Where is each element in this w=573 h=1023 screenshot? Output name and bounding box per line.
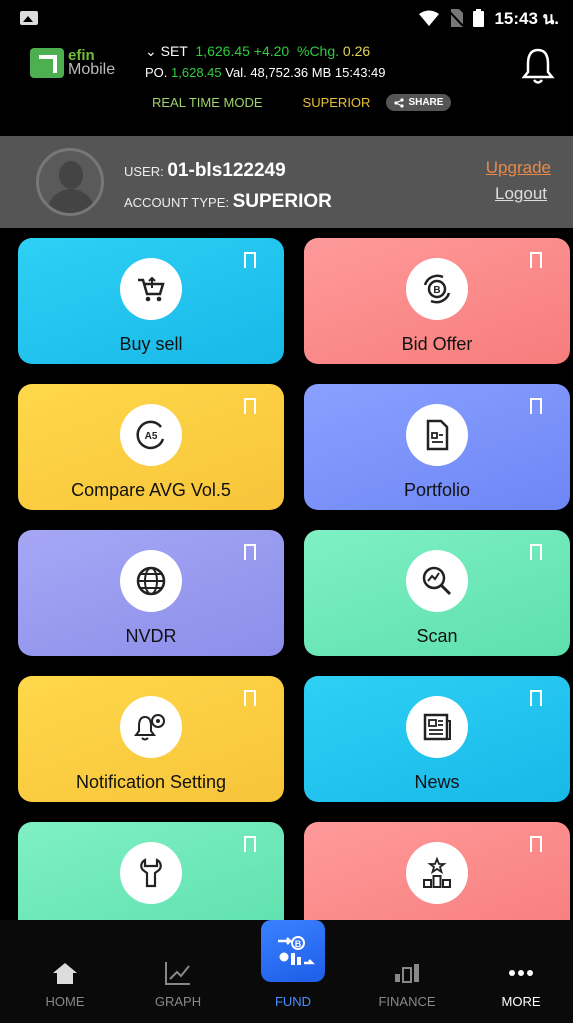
menu-grid: Buy sell B Bid Offer A5 Compare AVG Vol.… bbox=[0, 228, 573, 920]
tile-scan[interactable]: Scan bbox=[304, 530, 570, 656]
tile-portfolio[interactable]: Portfolio bbox=[304, 384, 570, 510]
account-type-label: ACCOUNT TYPE: bbox=[124, 195, 229, 210]
nav-more[interactable]: MORE bbox=[471, 958, 571, 1009]
globe-icon bbox=[120, 550, 182, 612]
bookmark-icon[interactable] bbox=[244, 398, 256, 414]
cart-exchange-icon bbox=[120, 258, 182, 320]
user-info: USER: 01-bls122249 ACCOUNT TYPE: SUPERIO… bbox=[124, 156, 332, 218]
avatar bbox=[36, 148, 104, 216]
bookmark-icon[interactable] bbox=[244, 690, 256, 706]
efin-logo: efin Mobile bbox=[30, 48, 115, 78]
nav-graph-label: GRAPH bbox=[154, 994, 202, 1009]
val-value: 48,752.36 MB bbox=[250, 65, 332, 80]
tile-label: Scan bbox=[416, 626, 458, 646]
logout-link[interactable]: Logout bbox=[495, 184, 547, 204]
tile-label: Portfolio bbox=[403, 480, 471, 500]
app-header: efin Mobile ⌄ SET 1,626.45 +4.20 %Chg. 0… bbox=[0, 36, 573, 136]
nav-fund-label: FUND bbox=[274, 994, 312, 1009]
battery-icon bbox=[473, 9, 485, 27]
fund-icon: B bbox=[278, 936, 316, 965]
account-type: SUPERIOR bbox=[232, 191, 332, 212]
val-time: 15:43:49 bbox=[334, 65, 386, 80]
chevron-down-icon[interactable]: ⌄ bbox=[145, 43, 157, 59]
user-label: USER: bbox=[124, 164, 164, 179]
share-button[interactable]: SHARE bbox=[386, 94, 452, 111]
clock: 15:43 น. bbox=[494, 8, 559, 28]
tile-bid-offer[interactable]: B Bid Offer bbox=[304, 238, 570, 364]
bell-gear-icon bbox=[120, 696, 182, 758]
portfolio-doc-icon bbox=[406, 404, 468, 466]
scan-chart-icon bbox=[406, 550, 468, 612]
tile-label: Notification Setting bbox=[75, 772, 227, 792]
tile-label: NVDR bbox=[125, 626, 177, 646]
tile-notification-setting[interactable]: Notification Setting bbox=[18, 676, 284, 802]
upgrade-link[interactable]: Upgrade bbox=[486, 158, 551, 178]
newspaper-icon bbox=[406, 696, 468, 758]
svg-text:A5: A5 bbox=[145, 431, 158, 442]
bookmark-icon[interactable] bbox=[244, 544, 256, 560]
user-panel: USER: 01-bls122249 ACCOUNT TYPE: SUPERIO… bbox=[0, 136, 573, 228]
svg-text:B: B bbox=[295, 939, 302, 949]
val-label: Val. bbox=[225, 65, 247, 80]
nav-more-label: MORE bbox=[501, 994, 541, 1009]
nav-finance-label: FINANCE bbox=[378, 994, 436, 1009]
pct-change-label: %Chg. bbox=[297, 43, 340, 59]
more-dots-icon bbox=[509, 970, 533, 976]
bookmark-icon[interactable] bbox=[244, 252, 256, 268]
finance-icon bbox=[395, 964, 419, 983]
index-change: +4.20 bbox=[253, 43, 290, 59]
realtime-mode-label: REAL TIME MODE bbox=[152, 95, 263, 110]
mode-bar: REAL TIME MODE SUPERIOR SHARE bbox=[152, 94, 452, 111]
tile-tools[interactable] bbox=[18, 822, 284, 920]
bookmark-icon[interactable] bbox=[530, 836, 542, 852]
pct-change-value: 0.26 bbox=[342, 43, 371, 59]
tile-compare-avg[interactable]: A5 Compare AVG Vol.5 bbox=[18, 384, 284, 510]
wifi-icon bbox=[419, 10, 440, 26]
graph-icon bbox=[165, 962, 190, 985]
nav-graph[interactable]: GRAPH bbox=[128, 958, 228, 1009]
tile-label: Bid Offer bbox=[401, 334, 473, 354]
account-mode-label: SUPERIOR bbox=[302, 95, 371, 110]
nav-home-label: HOME bbox=[45, 994, 85, 1009]
fund-button[interactable]: B bbox=[261, 920, 325, 982]
logo-mark-icon bbox=[30, 48, 64, 78]
tile-ranking[interactable] bbox=[304, 822, 570, 920]
share-label: SHARE bbox=[408, 97, 444, 108]
bookmark-icon[interactable] bbox=[530, 398, 542, 414]
share-icon bbox=[394, 97, 405, 108]
tile-label: Compare AVG Vol.5 bbox=[71, 480, 231, 500]
bottom-nav: HOME GRAPH B FUND FINANCE MORE bbox=[0, 920, 573, 1023]
bookmark-icon[interactable] bbox=[530, 544, 542, 560]
no-sim-icon bbox=[449, 9, 464, 27]
bell-icon[interactable] bbox=[521, 46, 555, 86]
status-bar: 15:43 น. bbox=[0, 0, 573, 36]
po-label: PO. bbox=[145, 65, 168, 80]
tile-buy-sell[interactable]: Buy sell bbox=[18, 238, 284, 364]
nav-home[interactable]: HOME bbox=[15, 958, 115, 1009]
gallery-notification-icon bbox=[20, 11, 38, 25]
svg-text:B: B bbox=[433, 285, 440, 296]
tile-news[interactable]: News bbox=[304, 676, 570, 802]
wrench-icon bbox=[120, 842, 182, 904]
a5-icon: A5 bbox=[120, 404, 182, 466]
ranking-icon bbox=[406, 842, 468, 904]
bid-offer-icon: B bbox=[406, 258, 468, 320]
logo-text-bottom: Mobile bbox=[68, 61, 116, 78]
home-icon bbox=[53, 963, 77, 984]
po-value: 1,628.45 bbox=[171, 65, 222, 80]
nav-finance[interactable]: FINANCE bbox=[357, 958, 457, 1009]
tile-label: News bbox=[414, 772, 460, 792]
index-name: SET bbox=[160, 43, 188, 59]
index-value: 1,626.45 bbox=[195, 43, 250, 59]
market-ticker[interactable]: ⌄ SET 1,626.45 +4.20 %Chg. 0.26 PO. 1,62… bbox=[145, 40, 386, 84]
bookmark-icon[interactable] bbox=[530, 252, 542, 268]
tile-label: Buy sell bbox=[119, 334, 183, 354]
tile-nvdr[interactable]: NVDR bbox=[18, 530, 284, 656]
bookmark-icon[interactable] bbox=[244, 836, 256, 852]
nav-fund[interactable]: FUND bbox=[243, 994, 343, 1009]
bookmark-icon[interactable] bbox=[530, 690, 542, 706]
user-id: 01-bls122249 bbox=[167, 160, 286, 181]
